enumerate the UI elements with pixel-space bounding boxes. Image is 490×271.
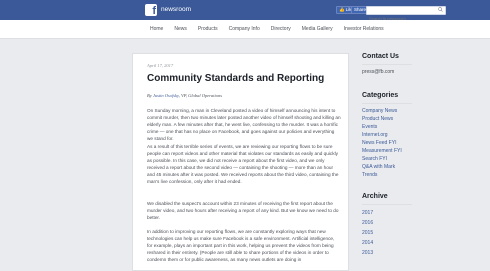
nav-company-info[interactable]: Company Info [229, 20, 260, 39]
category-link[interactable]: News Feed FYI [362, 139, 452, 147]
nav-news[interactable]: News [174, 20, 187, 39]
article-paragraph: On Sunday morning, a man in Cleveland po… [147, 108, 341, 141]
author-link[interactable]: Justin Osofsky [153, 93, 179, 98]
divider [362, 64, 412, 65]
archive-year-link[interactable]: 2017 [362, 208, 452, 218]
divider [362, 204, 412, 205]
category-link[interactable]: Product News [362, 115, 452, 123]
article-date: April 17, 2017 [147, 63, 174, 68]
search-box[interactable] [366, 6, 446, 22]
category-link[interactable]: Q&A with Mark [362, 163, 452, 171]
archive-year-link[interactable]: 2013 [362, 248, 452, 258]
category-link[interactable]: Trends [362, 171, 452, 179]
article-paragraph: We disabled the suspect's account within… [147, 201, 339, 220]
archive-heading: Archive [362, 193, 388, 200]
nav-investor-relations[interactable]: Investor Relations [344, 20, 384, 39]
sidebar: Contact Us press@fb.com Categories Compa… [362, 53, 452, 258]
article-paragraph: In addition to improving our reporting f… [147, 229, 335, 262]
main-nav: Home News Products Company Info Director… [0, 20, 490, 39]
contact-heading: Contact Us [362, 53, 399, 60]
search-icon[interactable] [438, 7, 443, 12]
thumbs-up-icon: 👍 [339, 7, 345, 12]
facebook-logo-icon[interactable]: f [145, 4, 157, 17]
nav-directory[interactable]: Directory [271, 20, 291, 39]
archive-year-link[interactable]: 2016 [362, 218, 452, 228]
category-link[interactable]: Company News [362, 107, 452, 115]
article-title: Community Standards and Reporting [147, 73, 325, 84]
contact-email[interactable]: press@fb.com [362, 68, 452, 76]
categories-heading: Categories [362, 92, 399, 99]
nav-products[interactable]: Products [198, 20, 218, 39]
article-byline: By Justin Osofsky, VP, Global Operations [147, 93, 223, 98]
article-card: April 17, 2017 Community Standards and R… [132, 53, 349, 271]
nav-home[interactable]: Home [150, 20, 163, 39]
nav-media-gallery[interactable]: Media Gallery [302, 20, 333, 39]
archive-year-link[interactable]: 2015 [362, 228, 452, 238]
article-paragraph: As a result of this terrible series of e… [147, 144, 339, 184]
archive-year-link[interactable]: 2014 [362, 238, 452, 248]
site-name[interactable]: newsroom [161, 6, 191, 13]
divider [362, 103, 412, 104]
category-link[interactable]: Measurement FYI [362, 147, 452, 155]
category-link[interactable]: Search FYI [362, 155, 452, 163]
top-bar: f newsroom 👍 Like 10M Share [0, 0, 490, 22]
category-link[interactable]: Events [362, 123, 452, 131]
author-role: VP, Global Operations [181, 93, 223, 98]
byline-prefix: By [147, 93, 152, 98]
category-link[interactable]: Internet.org [362, 131, 452, 139]
